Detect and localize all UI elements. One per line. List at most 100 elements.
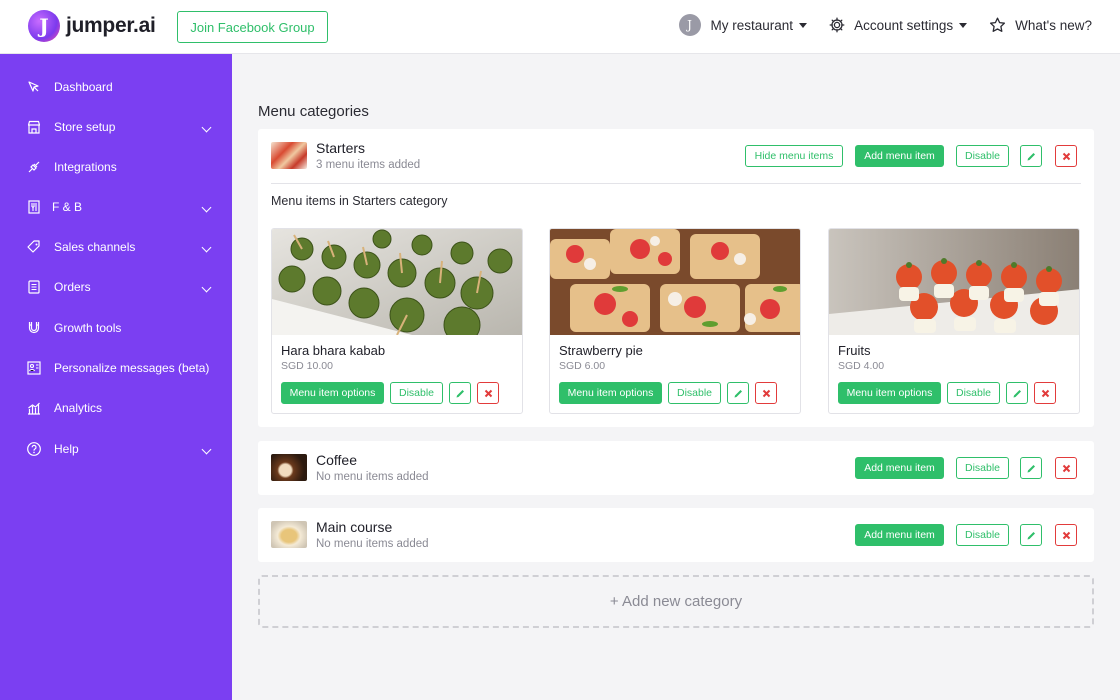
menu-item-options-button[interactable]: Menu item options [281, 382, 384, 404]
delete-item-button[interactable] [477, 382, 499, 404]
sidebar-item-label: Analytics [54, 401, 103, 415]
delete-category-button[interactable] [1055, 145, 1077, 167]
menu-item-name: Strawberry pie [559, 343, 643, 358]
category-name: Coffee [316, 452, 357, 468]
category-card-main-course: Main course No menu items added Add menu… [258, 508, 1094, 562]
magnet-icon [26, 320, 42, 336]
delete-category-button[interactable] [1055, 457, 1077, 479]
sidebar-item-label: Integrations [54, 160, 117, 174]
join-facebook-group-button[interactable]: Join Facebook Group [177, 11, 328, 43]
close-icon [1062, 152, 1070, 160]
category-thumbnail [271, 521, 307, 548]
edit-category-button[interactable] [1020, 457, 1042, 479]
whats-new-link[interactable]: What's new? [989, 17, 1092, 33]
page-title: Menu categories [258, 103, 369, 120]
delete-item-button[interactable] [1034, 382, 1056, 404]
dashboard-icon [26, 79, 42, 95]
restaurant-menu[interactable]: J My restaurant [678, 14, 808, 36]
chevron-down-icon [201, 282, 212, 292]
menu-item-price: SGD 6.00 [559, 360, 606, 372]
menu-item-photo [272, 229, 522, 344]
chevron-down-icon [201, 202, 212, 212]
account-settings-menu[interactable]: Account settings [829, 17, 968, 33]
sidebar-item-sales-channels[interactable]: Sales channels [0, 230, 232, 264]
logo[interactable]: J jumper.ai [28, 10, 156, 42]
sidebar-item-fnb[interactable]: F & B [0, 190, 232, 224]
account-settings-label: Account settings [854, 17, 954, 33]
delete-category-button[interactable] [1055, 524, 1077, 546]
integrations-icon [26, 159, 42, 175]
menu-item-card: Hara bhara kabab SGD 10.00 Menu item opt… [271, 228, 523, 414]
disable-item-button[interactable]: Disable [668, 382, 721, 404]
personalize-icon [26, 360, 42, 376]
star-icon [989, 17, 1006, 33]
sidebar-item-label: Growth tools [54, 321, 122, 335]
sidebar-item-label: Dashboard [54, 80, 113, 94]
category-subtitle: No menu items added [316, 471, 429, 483]
pencil-icon [1013, 389, 1021, 397]
chevron-down-icon [201, 444, 212, 454]
sidebar-item-orders[interactable]: Orders [0, 270, 232, 304]
menu-item-price: SGD 10.00 [281, 360, 333, 372]
pencil-icon [734, 389, 742, 397]
sales-channels-icon [26, 239, 42, 255]
menu-item-options-button[interactable]: Menu item options [838, 382, 941, 404]
menu-item-name: Hara bhara kabab [281, 343, 386, 358]
category-thumbnail [271, 454, 307, 481]
delete-item-button[interactable] [755, 382, 777, 404]
add-menu-item-button[interactable]: Add menu item [855, 457, 944, 479]
pencil-icon [456, 389, 464, 397]
sidebar-item-label: Store setup [54, 120, 116, 134]
orders-icon [26, 279, 42, 295]
sidebar-item-personalize-messages[interactable]: Personalize messages (beta) [0, 351, 232, 385]
category-subtitle: No menu items added [316, 538, 429, 550]
sidebar: Dashboard Store setup Integrations F & B… [0, 54, 232, 700]
sidebar-item-integrations[interactable]: Integrations [0, 150, 232, 184]
edit-item-button[interactable] [727, 382, 749, 404]
menu-item-photo [550, 229, 800, 335]
sidebar-item-label: Sales channels [54, 240, 136, 254]
analytics-icon [26, 400, 42, 416]
menu-item-price: SGD 4.00 [838, 360, 885, 372]
store-icon [26, 119, 42, 135]
disable-item-button[interactable]: Disable [390, 382, 443, 404]
close-icon [1062, 531, 1070, 539]
add-menu-item-button[interactable]: Add menu item [855, 145, 944, 167]
disable-item-button[interactable]: Disable [947, 382, 1000, 404]
close-icon [1062, 464, 1070, 472]
sidebar-item-label: Personalize messages (beta) [54, 361, 210, 375]
menu-item-options-button[interactable]: Menu item options [559, 382, 662, 404]
sidebar-item-analytics[interactable]: Analytics [0, 391, 232, 425]
avatar: J [678, 14, 701, 36]
add-menu-item-button[interactable]: Add menu item [855, 524, 944, 546]
category-subtitle: 3 menu items added [316, 159, 421, 171]
edit-item-button[interactable] [449, 382, 471, 404]
category-thumbnail [271, 142, 307, 169]
sidebar-item-help[interactable]: Help [0, 432, 232, 466]
disable-category-button[interactable]: Disable [956, 145, 1009, 167]
caret-down-icon [959, 22, 968, 28]
top-bar: J jumper.ai Join Facebook Group J My res… [0, 0, 1120, 54]
pencil-icon [1027, 152, 1035, 160]
logo-text: jumper.ai [66, 14, 156, 37]
edit-item-button[interactable] [1006, 382, 1028, 404]
disable-category-button[interactable]: Disable [956, 524, 1009, 546]
sidebar-item-growth-tools[interactable]: Growth tools [0, 311, 232, 345]
sidebar-item-dashboard[interactable]: Dashboard [0, 70, 232, 104]
edit-category-button[interactable] [1020, 524, 1042, 546]
restaurant-menu-label: My restaurant [710, 17, 794, 33]
logo-mark: J [28, 10, 60, 42]
hide-menu-items-button[interactable]: Hide menu items [745, 145, 843, 167]
sidebar-item-store-setup[interactable]: Store setup [0, 110, 232, 144]
header-actions: J My restaurant Account settings What's … [657, 14, 1092, 36]
add-new-category-button[interactable]: + Add new category [258, 575, 1094, 628]
disable-category-button[interactable]: Disable [956, 457, 1009, 479]
category-name: Starters [316, 140, 366, 156]
close-icon [762, 389, 770, 397]
pencil-icon [1027, 531, 1035, 539]
pencil-icon [1027, 464, 1035, 472]
edit-category-button[interactable] [1020, 145, 1042, 167]
divider [271, 183, 1081, 184]
close-icon [484, 389, 492, 397]
gear-icon [829, 17, 845, 33]
